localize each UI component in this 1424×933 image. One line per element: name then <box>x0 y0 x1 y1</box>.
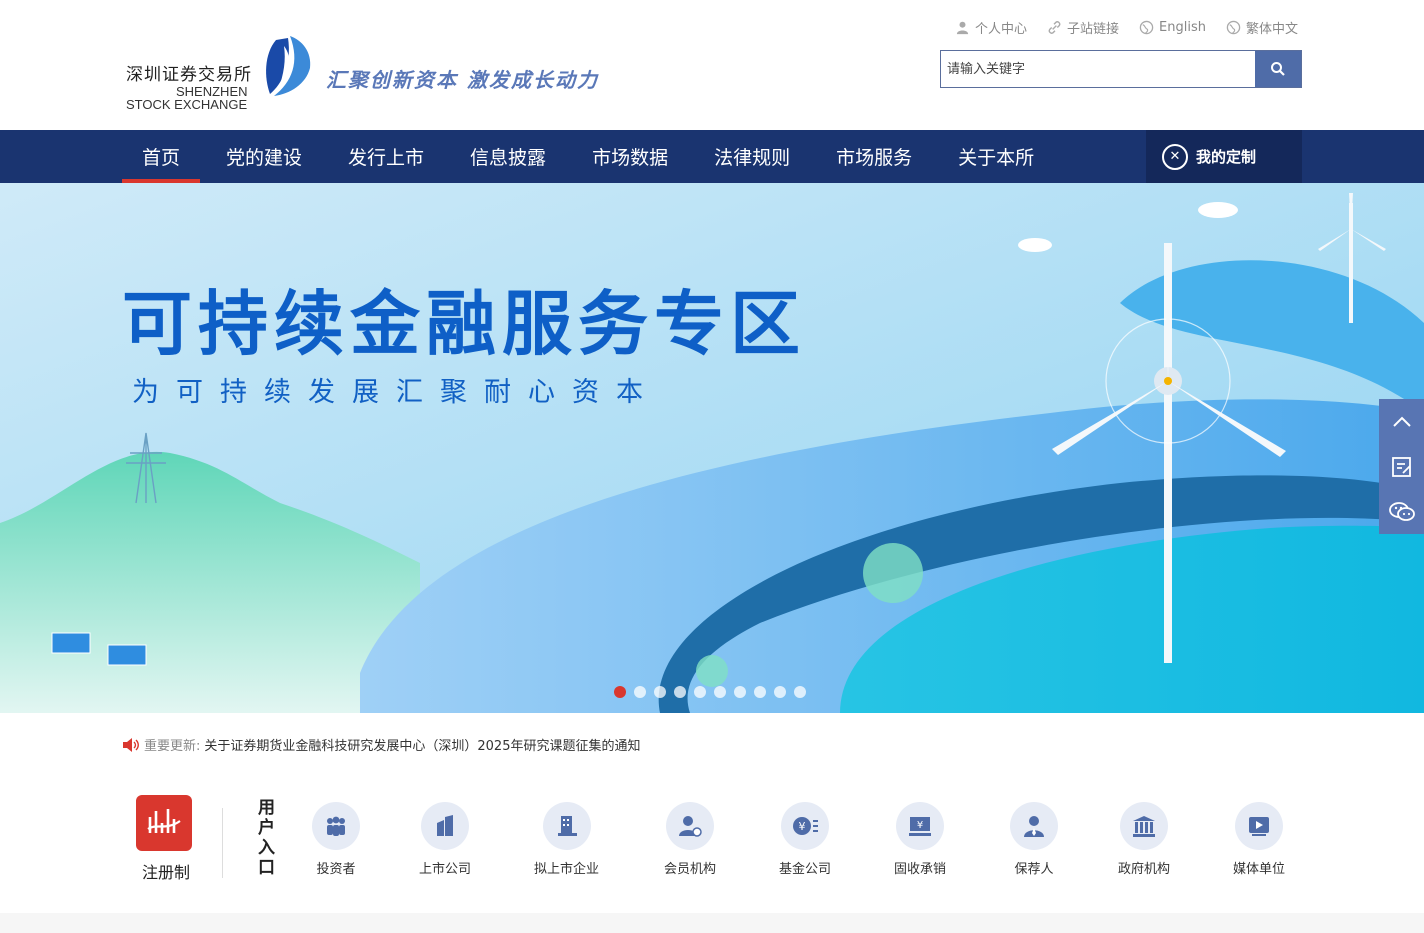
government-icon <box>1120 802 1168 850</box>
sse-logo[interactable]: 深圳证券交易所 SHENZHEN STOCK EXCHANGE <box>126 34 316 114</box>
banner-illustration <box>0 183 1424 713</box>
nav-item-disclosure[interactable]: 信息披露 <box>450 130 566 183</box>
nav-item-listing[interactable]: 发行上市 <box>328 130 444 183</box>
search-icon <box>1271 62 1285 76</box>
personal-center-label: 个人中心 <box>975 22 1028 37</box>
nav-item-rules[interactable]: 法律规则 <box>694 130 810 183</box>
user-icon <box>956 21 969 35</box>
investors-label: 投资者 <box>316 862 356 877</box>
search-input[interactable] <box>941 51 1255 87</box>
entry-sponsors[interactable]: 保荐人 <box>1010 802 1058 877</box>
entry-investors[interactable]: 投资者 <box>312 802 360 877</box>
sponsors-label: 保荐人 <box>1014 862 1054 877</box>
english-label: English <box>1159 20 1206 35</box>
substation-link[interactable]: 子站链接 <box>1047 18 1119 37</box>
top-links: 个人中心 子站链接 English 繁体中文 <box>955 18 1298 37</box>
carousel-dot-1[interactable] <box>614 686 626 698</box>
fund-companies-label: 基金公司 <box>779 862 832 877</box>
carousel-dot-7[interactable] <box>734 686 746 698</box>
wechat-icon <box>1388 501 1415 521</box>
english-link[interactable]: English <box>1139 18 1206 37</box>
listed-companies-label: 上市公司 <box>419 862 472 877</box>
nav-item-party-building[interactable]: 党的建设 <box>206 130 322 183</box>
government-label: 政府机构 <box>1118 862 1171 877</box>
logo-mark-icon <box>266 36 311 96</box>
substation-label: 子站链接 <box>1067 22 1120 37</box>
carousel-dot-10[interactable] <box>794 686 806 698</box>
entry-members[interactable]: 会员机构 <box>664 802 716 877</box>
custom-icon: ✕ <box>1162 143 1188 170</box>
nav-items: 首页 党的建设 发行上市 信息披露 市场数据 法律规则 市场服务 关于本所 <box>122 130 1054 183</box>
entry-media[interactable]: 媒体单位 <box>1233 802 1285 877</box>
media-icon <box>1235 802 1283 850</box>
wechat-button[interactable] <box>1379 489 1424 534</box>
personal-center-link[interactable]: 个人中心 <box>955 18 1027 37</box>
nav-item-services[interactable]: 市场服务 <box>816 130 932 183</box>
carousel-dot-5[interactable] <box>694 686 706 698</box>
member-icon <box>666 802 714 850</box>
entry-fund-companies[interactable]: ¥ 基金公司 <box>779 802 831 877</box>
banner-title: 可持续金融服务专区 <box>122 283 806 365</box>
ipo-companies-label: 拟上市企业 <box>534 862 600 877</box>
notice-link[interactable]: 关于证券期货业金融科技研究发展中心（深圳）2025年研究课题征集的通知 <box>204 735 640 754</box>
sponsor-icon <box>1010 802 1058 850</box>
nav-item-home[interactable]: 首页 <box>122 130 201 183</box>
important-notice: 重要更新: 关于证券期货业金融科技研究发展中心（深圳）2025年研究课题征集的通… <box>122 735 640 754</box>
entry-listed-companies[interactable]: 上市公司 <box>419 802 471 877</box>
feedback-button[interactable] <box>1379 444 1424 489</box>
carousel-dot-4[interactable] <box>674 686 686 698</box>
search-box <box>940 50 1302 88</box>
footer-strip <box>0 913 1424 933</box>
header: 深圳证券交易所 SHENZHEN STOCK EXCHANGE 汇聚创新资本 激… <box>0 0 1424 130</box>
listed-company-icon <box>421 802 469 850</box>
my-custom-label: 我的定制 <box>1196 148 1257 166</box>
entry-government[interactable]: 政府机构 <box>1118 802 1170 877</box>
search-button[interactable] <box>1255 51 1301 87</box>
entry-divider <box>222 808 223 878</box>
traditional-chinese-link[interactable]: 繁体中文 <box>1226 18 1298 37</box>
traditional-chinese-label: 繁体中文 <box>1245 22 1298 37</box>
notice-label: 重要更新: <box>144 739 201 754</box>
back-to-top-button[interactable] <box>1379 399 1424 444</box>
entry-ipo-companies[interactable]: 拟上市企业 <box>534 802 599 877</box>
my-custom-button[interactable]: ✕ 我的定制 <box>1146 130 1302 183</box>
fixed-income-label: 固收承销 <box>894 862 947 877</box>
carousel-dot-3[interactable] <box>654 686 666 698</box>
carousel-dot-8[interactable] <box>754 686 766 698</box>
globe-icon <box>1226 20 1241 35</box>
ipo-company-icon <box>542 802 591 850</box>
nav-item-about[interactable]: 关于本所 <box>938 130 1054 183</box>
main-nav: 首页 党的建设 发行上市 信息披露 市场数据 法律规则 市场服务 关于本所 ✕ … <box>0 130 1424 183</box>
investors-icon <box>312 802 360 850</box>
svg-text:¥: ¥ <box>799 820 806 833</box>
members-label: 会员机构 <box>664 862 717 877</box>
carousel-dot-9[interactable] <box>774 686 786 698</box>
edit-icon <box>1391 456 1411 477</box>
nav-item-market-data[interactable]: 市场数据 <box>572 130 688 183</box>
chevron-up-icon <box>1392 416 1411 427</box>
user-entry-heading: 用户入口 <box>258 798 275 878</box>
slogan: 汇聚创新资本 激发成长动力 <box>326 68 599 92</box>
registration-label: 注册制 <box>141 863 190 882</box>
carousel-dot-6[interactable] <box>714 686 726 698</box>
banner-subtitle: 为可持续发展汇聚耐心资本 <box>132 377 660 408</box>
user-entries: 注册制 用户入口 投资者 上市公司 拟上市企业 会员机构 ¥ 基金公司 ¥ 固收… <box>0 790 1424 890</box>
side-toolbar <box>1379 399 1424 534</box>
link-icon <box>1048 21 1061 34</box>
speaker-icon <box>123 737 139 752</box>
registration-system-entry[interactable]: 注册制 <box>136 795 196 883</box>
logo-english-line2: STOCK EXCHANGE <box>126 97 248 112</box>
registration-icon <box>136 795 192 851</box>
carousel-dot-2[interactable] <box>634 686 646 698</box>
globe-icon <box>1139 20 1154 35</box>
hero-banner[interactable]: 可持续金融服务专区 为可持续发展汇聚耐心资本 <box>0 183 1424 713</box>
carousel-dots <box>614 686 806 698</box>
entry-fixed-income[interactable]: ¥ 固收承销 <box>894 802 946 877</box>
media-label: 媒体单位 <box>1233 862 1286 877</box>
logo-chinese-name: 深圳证券交易所 <box>126 65 252 85</box>
fund-icon: ¥ <box>781 802 829 850</box>
svg-text:¥: ¥ <box>917 820 923 831</box>
fixed-income-icon: ¥ <box>896 802 944 850</box>
